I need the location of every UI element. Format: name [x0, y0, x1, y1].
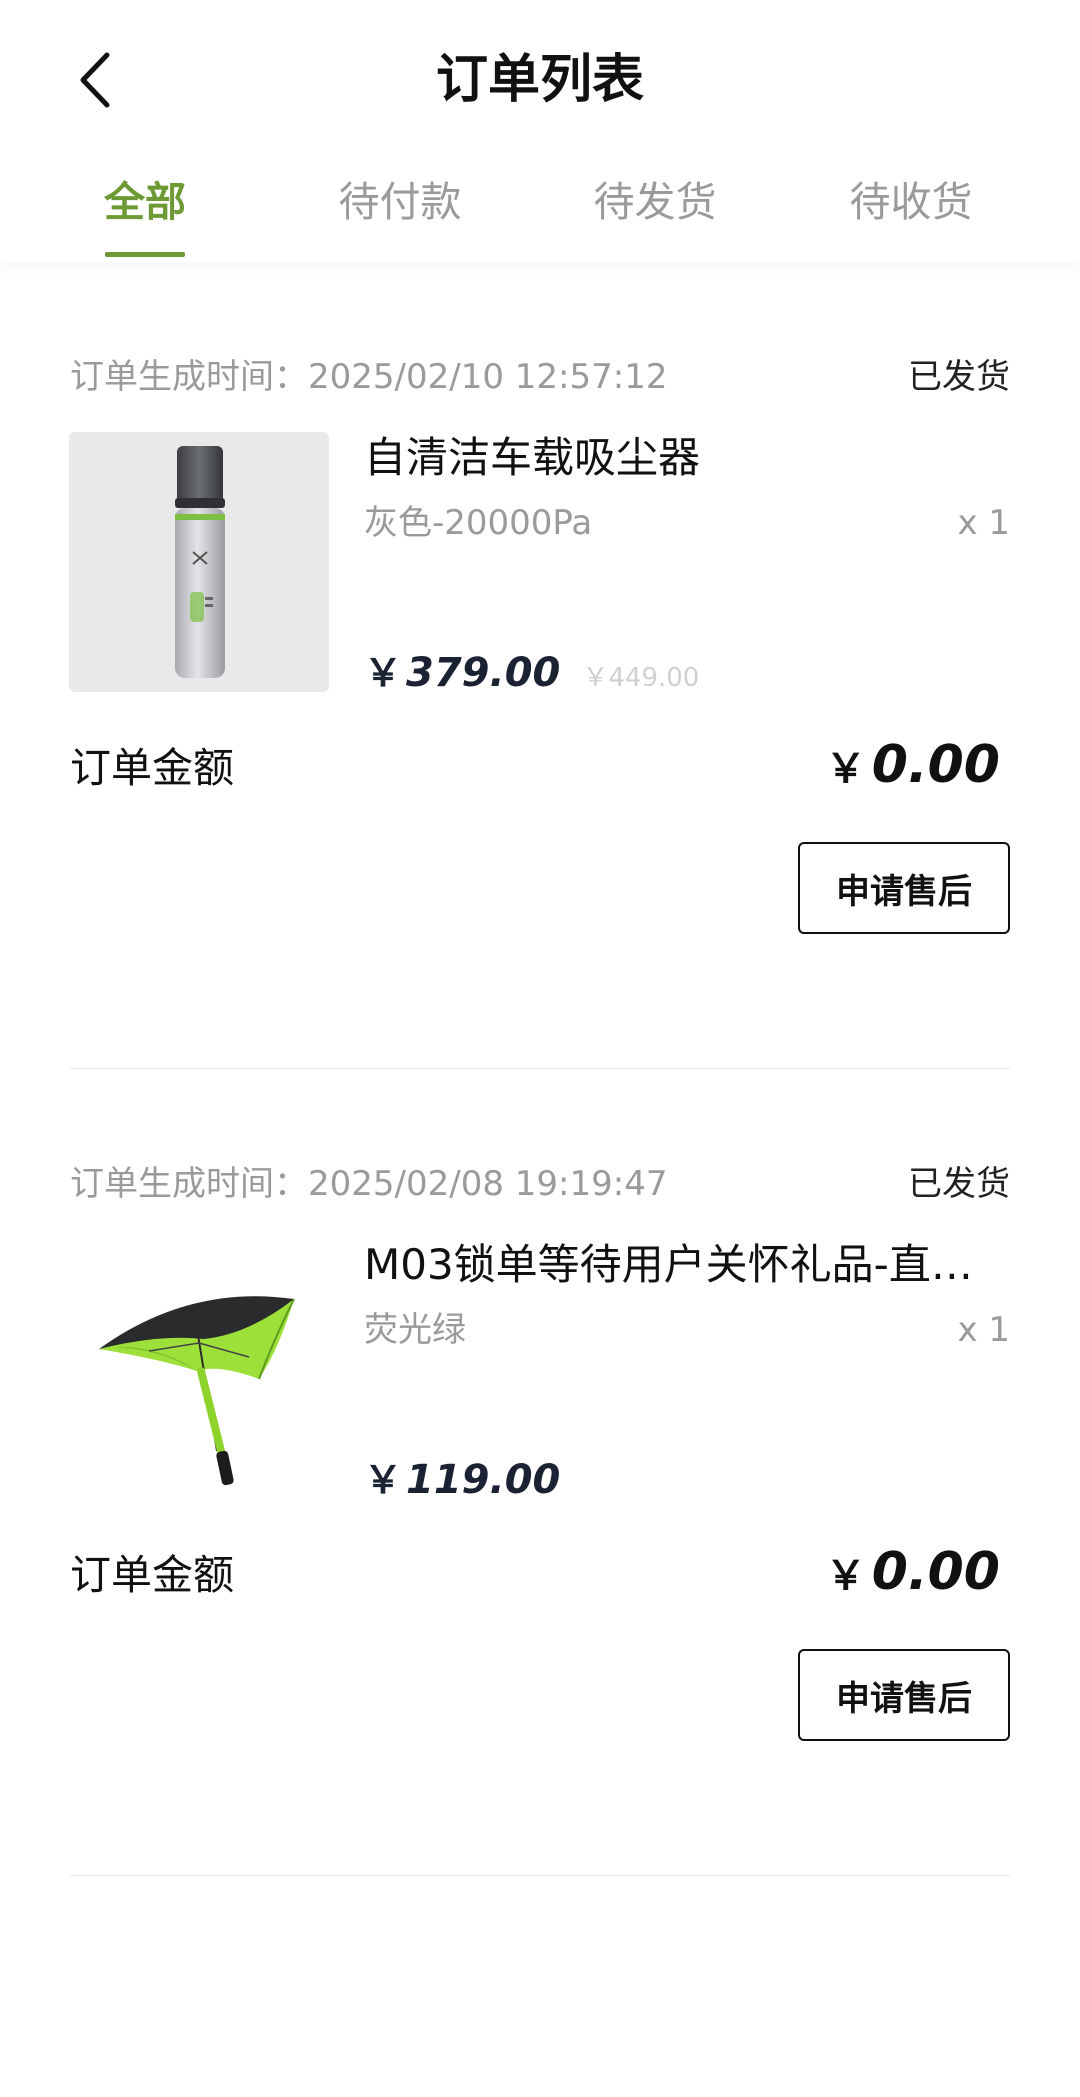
active-tab-indicator — [105, 252, 185, 257]
product-name[interactable]: M03锁单等待用户关怀礼品-直柄伞 — [364, 1235, 1014, 1295]
product-quantity: x 1 — [957, 1310, 1010, 1350]
product-image[interactable] — [69, 1239, 329, 1499]
product-price: ￥ 119.00 — [364, 1449, 560, 1509]
top-bar: 订单列表 全部 待付款 待发货 待收货 — [0, 0, 1080, 262]
amount-currency: ￥ — [825, 746, 866, 792]
order-status: 已发货 — [908, 357, 1010, 397]
page-title: 订单列表 — [435, 50, 644, 110]
order-card: 订单生成时间：2025/02/10 12:57:12 已发货 自清洁车载吸尘器 … — [0, 262, 1080, 1069]
tab-pending-payment[interactable]: 待付款 — [300, 170, 500, 262]
umbrella-image — [99, 1296, 295, 1486]
price-currency: ￥ — [364, 651, 403, 695]
product-price: ￥ 379.00 ￥449.00 — [364, 642, 699, 702]
order-amount-label: 订单金额 — [70, 744, 234, 792]
amount-value: 0.00 — [871, 1542, 1000, 1602]
amount-value: 0.00 — [871, 735, 1000, 795]
order-divider — [70, 1875, 1010, 1876]
product-spec: 荧光绿 — [364, 1310, 466, 1350]
tab-all[interactable]: 全部 — [45, 170, 245, 262]
order-amount: ￥ 0.00 — [826, 730, 1000, 804]
price-currency: ￥ — [364, 1458, 403, 1502]
tab-pending-shipment[interactable]: 待发货 — [555, 170, 755, 262]
product-quantity: x 1 — [957, 503, 1010, 543]
order-time: 订单生成时间：2025/02/08 19:19:47 — [70, 1164, 668, 1204]
tab-pending-receipt[interactable]: 待收货 — [811, 170, 1011, 262]
order-card: 订单生成时间：2025/02/08 19:19:47 已发货 M03锁单等待用户… — [0, 1069, 1080, 1876]
after-sales-button[interactable]: 申请售后 — [798, 1649, 1010, 1741]
price-value: 119.00 — [406, 1457, 561, 1503]
vacuum-cleaner-image — [175, 446, 225, 678]
amount-currency: ￥ — [825, 1553, 866, 1599]
original-price: ￥449.00 — [582, 663, 700, 693]
price-value: 379.00 — [406, 650, 561, 696]
order-time: 订单生成时间：2025/02/10 12:57:12 — [70, 357, 668, 397]
order-amount: ￥ 0.00 — [826, 1537, 1000, 1611]
tab-bar: 全部 待付款 待发货 待收货 — [0, 170, 1080, 262]
product-spec: 灰色-20000Pa — [364, 503, 593, 543]
order-amount-label: 订单金额 — [70, 1551, 234, 1599]
product-name[interactable]: 自清洁车载吸尘器 — [364, 428, 1014, 488]
order-status: 已发货 — [908, 1164, 1010, 1204]
product-image[interactable] — [69, 432, 329, 692]
after-sales-button[interactable]: 申请售后 — [798, 842, 1010, 934]
